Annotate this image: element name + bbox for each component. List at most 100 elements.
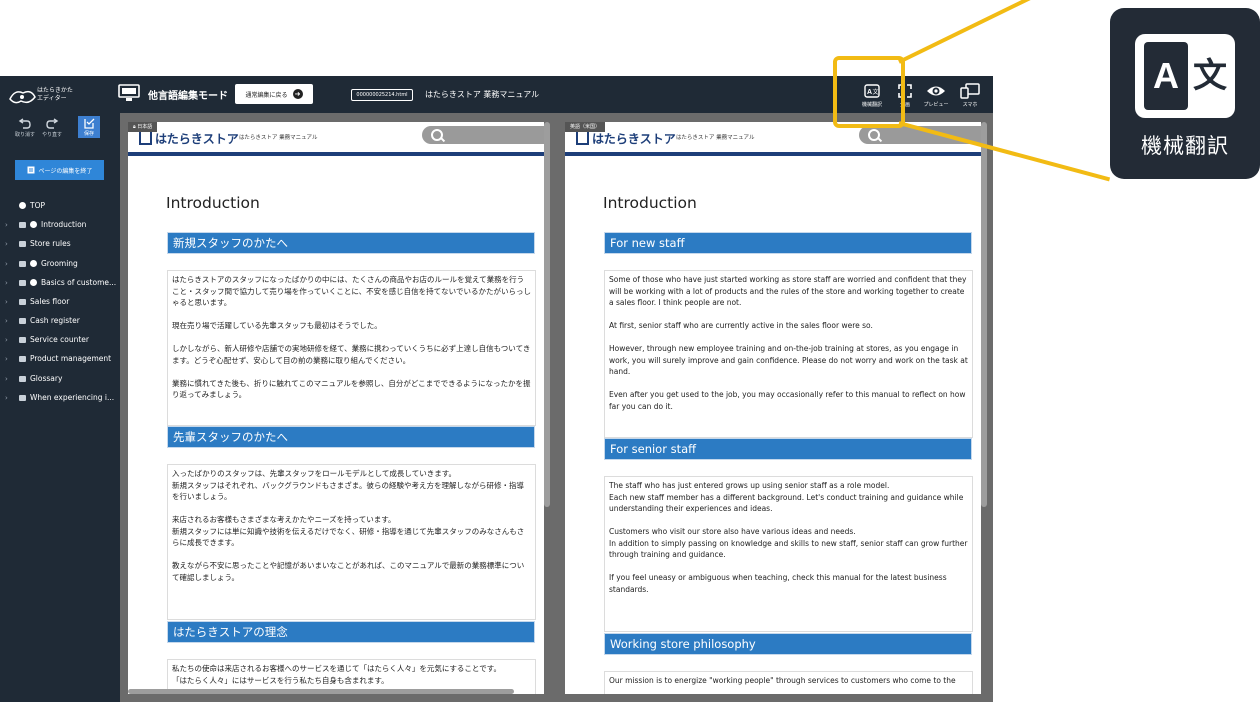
callout-label: 機械翻訳 (1141, 134, 1229, 158)
section-title[interactable]: Working store philosophy (605, 634, 971, 654)
logo-mark-icon (139, 130, 152, 145)
circle-arrow-icon (19, 202, 26, 209)
paragraph: Our mission is to energize "working peop… (609, 676, 956, 685)
section-body[interactable]: Some of those who have just started work… (604, 270, 973, 438)
machine-translate-highlight (833, 56, 905, 128)
sidebar: 取り消す やり直す 保存 ページの編集を終了 TOP › Introductio… (0, 113, 120, 702)
site-search[interactable] (422, 126, 544, 144)
undo-label: 取り消す (14, 132, 35, 138)
circle-arrow-icon (30, 221, 37, 228)
redo-icon (46, 118, 59, 129)
sidebar-item-label: Cash register (30, 316, 80, 325)
sidebar-item-top[interactable]: TOP (0, 199, 120, 213)
sidebar-item-label: When experiencing i... (30, 393, 115, 402)
sidebar-item-label: Basics of custome... (41, 278, 117, 287)
circle-arrow-icon (30, 260, 37, 267)
language-tag-english: 英語（米国） (565, 122, 606, 132)
section-body[interactable]: Our mission is to energize "working peop… (604, 671, 973, 694)
sidebar-item-glossary[interactable]: › Glossary (0, 372, 120, 386)
sidebar-item-service-counter[interactable]: › Service counter (0, 333, 120, 347)
smartphone-icon (960, 83, 980, 99)
folder-icon (19, 337, 26, 343)
section-title[interactable]: 先輩スタッフのかたへ (168, 427, 534, 447)
undo-button[interactable]: 取り消す (12, 118, 38, 138)
logo-mark-icon (576, 130, 589, 145)
paragraph: 私たちの使命は来店されるお客様へのサービスを通じて「はたらく人々」を元気にするこ… (172, 664, 501, 685)
back-to-normal-edit-button[interactable]: 通常編集に戻る ➜ (235, 84, 313, 104)
paragraph: Customers who visit our store also have … (609, 527, 968, 559)
redo-label: やり直す (41, 132, 62, 138)
section-body[interactable]: 入ったばかりのスタッフは、先輩スタッフをロールモデルとして成長していきます。 新… (167, 464, 536, 620)
sidebar-item-basics-of-customer[interactable]: › Basics of custome... (0, 276, 120, 290)
finish-page-edit-button[interactable]: ページの編集を終了 (15, 160, 104, 180)
section-body[interactable]: The staff who has just entered grows up … (604, 476, 973, 632)
sidebar-item-label: Glossary (30, 374, 63, 383)
circle-arrow-icon (30, 279, 37, 286)
language-label: 英語（米国） (570, 124, 601, 130)
folder-icon (19, 299, 26, 305)
chevron-right-icon: › (5, 394, 8, 402)
redo-button[interactable]: やり直す (39, 118, 65, 138)
finish-button-label: ページの編集を終了 (38, 167, 93, 175)
site-logo: はたらきストア (139, 130, 239, 147)
paragraph: 来店されるお客様もさまざまな考えかたやニーズを持っています。 新規スタッフには単… (172, 515, 525, 547)
sidebar-item-sales-floor[interactable]: › Sales floor (0, 295, 120, 309)
sidebar-item-store-rules[interactable]: › Store rules (0, 237, 120, 251)
site-logo: はたらきストア (576, 130, 676, 147)
section-title[interactable]: はたらきストアの理念 (168, 622, 534, 642)
chevron-right-icon: › (5, 240, 8, 248)
page-heading[interactable]: Introduction (166, 194, 260, 212)
paragraph: はたらきストアのスタッフになったばかりの中には、たくさんの商品やお店のルールを覚… (172, 275, 531, 307)
preview-label: プレビュー (923, 102, 949, 108)
paragraph: If you feel uneasy or ambiguous when tea… (609, 573, 947, 594)
site-logo-text: はたらきストア (592, 132, 676, 146)
page-icon (19, 222, 26, 228)
smartphone-view-button[interactable]: スマホ (953, 83, 987, 108)
sidebar-item-when-experiencing[interactable]: › When experiencing i... (0, 391, 120, 405)
page-icon (19, 261, 26, 267)
smartphone-label: スマホ (962, 102, 978, 108)
section-title[interactable]: For senior staff (605, 439, 971, 459)
chevron-right-icon: › (5, 336, 8, 344)
sidebar-item-introduction[interactable]: › Introduction (0, 218, 120, 232)
paragraph: However, through new employee training a… (609, 344, 968, 376)
section-body[interactable]: はたらきストアのスタッフになったばかりの中には、たくさんの商品やお店のルールを覚… (167, 270, 536, 426)
save-button[interactable]: 保存 (78, 116, 100, 138)
preview-button[interactable]: プレビュー (919, 83, 953, 108)
chevron-right-icon: › (5, 298, 8, 306)
file-name: 000000025214.html (351, 89, 413, 101)
sidebar-item-cash-register[interactable]: › Cash register (0, 314, 120, 328)
callout-line-top (898, 0, 1104, 64)
app-logo-text: はたらきかた エディター (37, 87, 73, 102)
eye-icon (927, 86, 945, 96)
chevron-right-icon: › (5, 355, 8, 363)
sidebar-item-label: Introduction (41, 220, 87, 229)
vertical-scrollbar[interactable] (981, 122, 987, 507)
back-button-label: 通常編集に戻る (245, 91, 288, 99)
document-title: はたらきストア 業務マニュアル (425, 90, 540, 99)
sidebar-item-label: TOP (30, 201, 46, 210)
section-title[interactable]: For new staff (605, 233, 971, 253)
japanese-pane[interactable]: 🔒︎ 日本語 はたらきストア はたらきストア 業務マニュアル Introduct… (128, 122, 544, 694)
vertical-scrollbar[interactable] (544, 122, 550, 507)
lock-icon: 🔒︎ (133, 124, 136, 130)
search-icon (431, 129, 443, 141)
paragraph: Even after you get used to the job, you … (609, 390, 966, 411)
section-title[interactable]: 新規スタッフのかたへ (168, 233, 534, 253)
translate-icon-left-panel: A (1144, 42, 1188, 110)
sidebar-item-grooming[interactable]: › Grooming (0, 257, 120, 271)
site-subtitle: はたらきストア 業務マニュアル (676, 135, 755, 141)
horizontal-scrollbar[interactable] (128, 689, 514, 694)
sidebar-item-product-management[interactable]: › Product management (0, 352, 120, 366)
paragraph: Some of those who have just started work… (609, 275, 967, 307)
folder-icon (19, 376, 26, 382)
page-icon (27, 166, 35, 174)
paragraph: 現在売り場で活躍している先輩スタッフも最初はそうでした。 (172, 321, 382, 330)
machine-translate-callout: A 文 機械翻訳 (1110, 8, 1260, 179)
page-heading[interactable]: Introduction (603, 194, 697, 212)
language-label: 日本語 (137, 124, 153, 130)
english-pane[interactable]: 英語（米国） はたらきストア はたらきストア 業務マニュアル Introduct… (565, 122, 981, 694)
search-icon (868, 129, 880, 141)
folder-icon (19, 395, 26, 401)
sidebar-item-label: Sales floor (30, 297, 70, 306)
